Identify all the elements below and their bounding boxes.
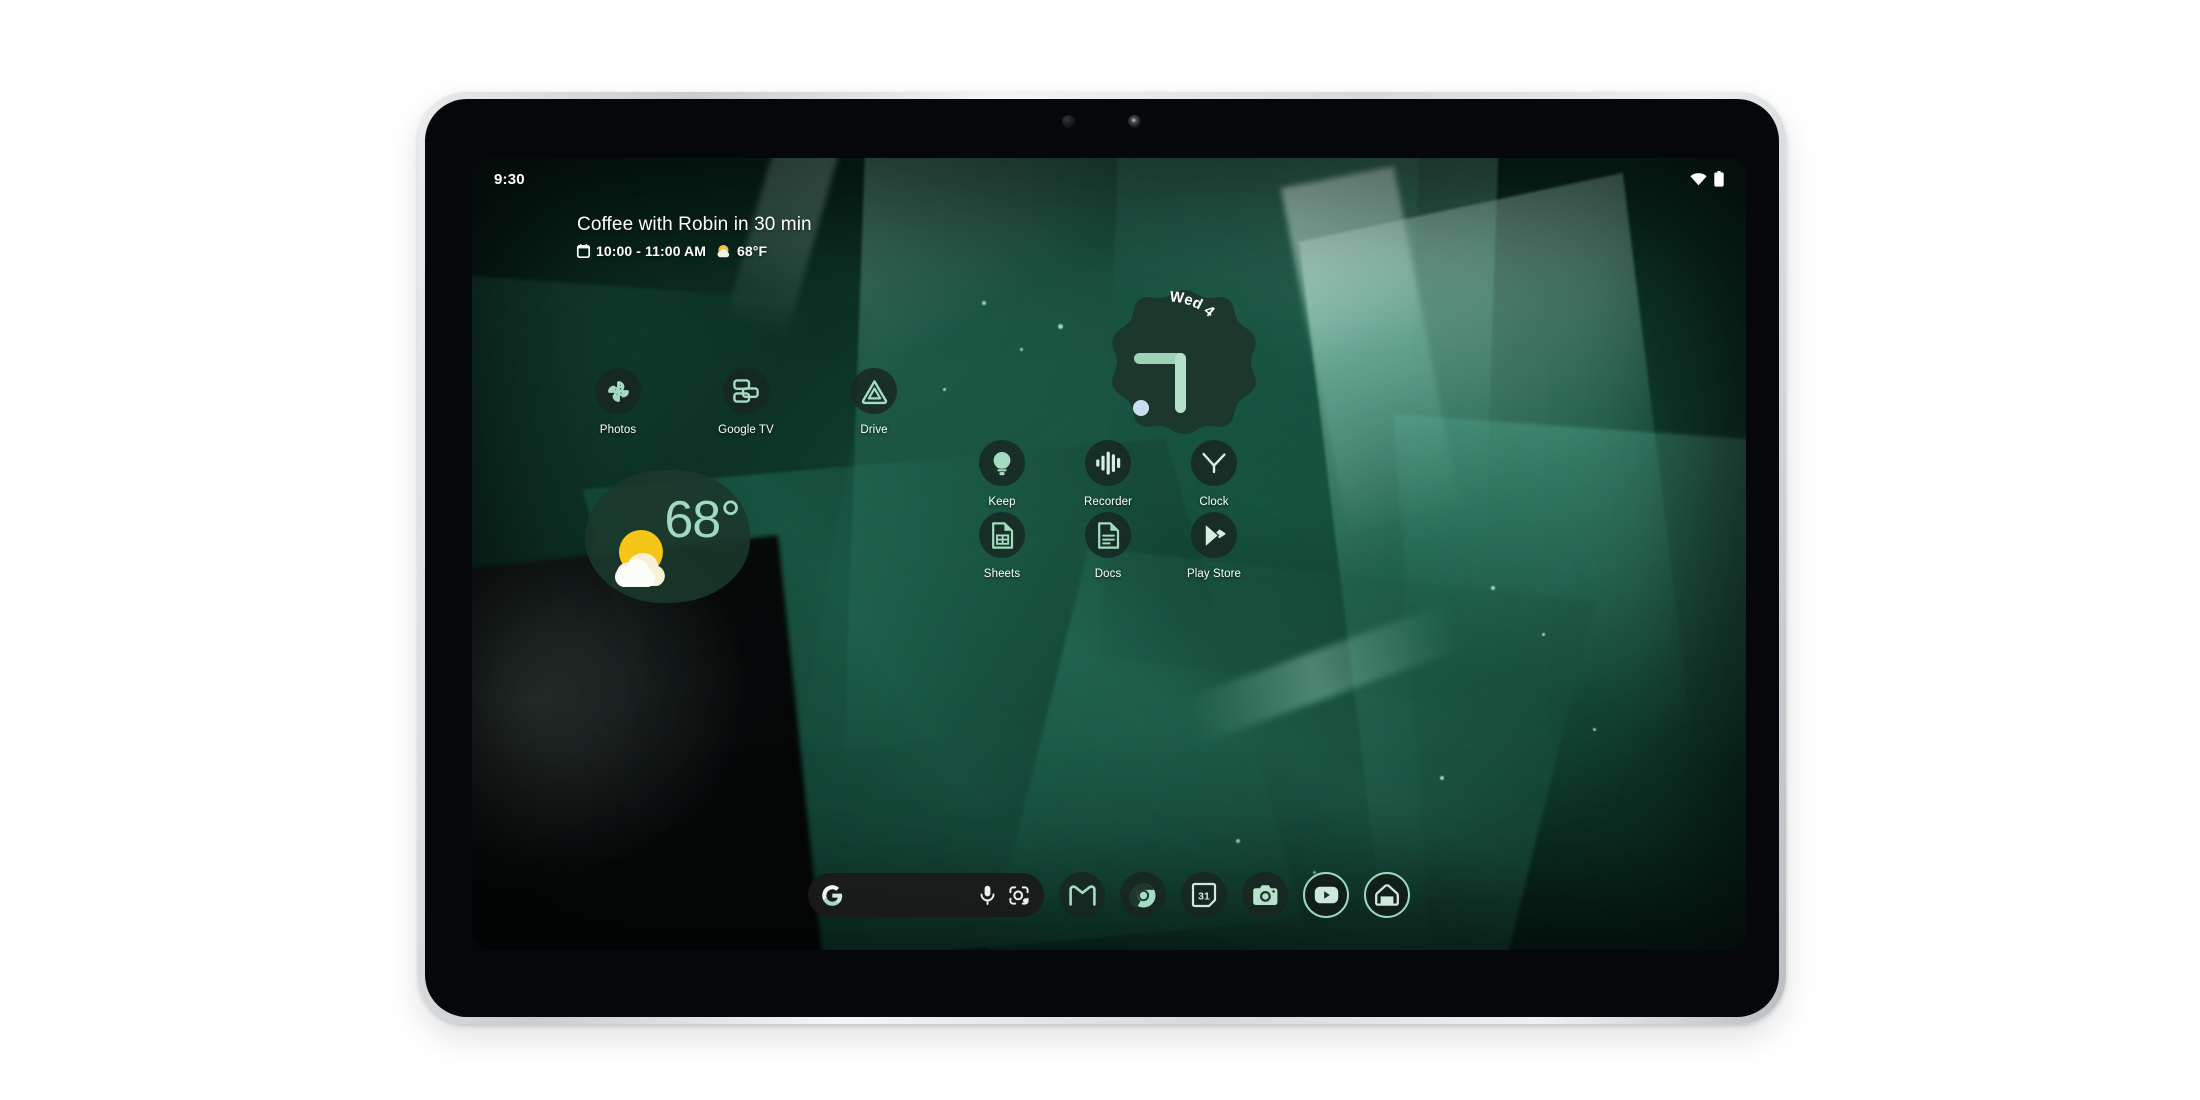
tablet-screen: 9:30 Coffee with Robin in 30 min 10:00 -… [472, 158, 1746, 950]
battery-icon [1714, 171, 1724, 187]
weather-widget[interactable]: 68° [585, 470, 750, 603]
tablet-bezel: 9:30 Coffee with Robin in 30 min 10:00 -… [425, 99, 1779, 1017]
clock-icon [1191, 440, 1237, 486]
google-tv-icon [723, 368, 769, 414]
ambient-sensor-icon [1128, 115, 1141, 128]
dock-app-gmail[interactable] [1059, 872, 1105, 918]
status-bar-time: 9:30 [494, 170, 525, 188]
at-a-glance-details: 10:00 - 11:00 AM 68°F [576, 243, 812, 259]
sun-behind-cloud-icon [716, 244, 731, 258]
app-icon-recorder[interactable]: Recorder [1062, 440, 1154, 508]
microphone-icon[interactable] [976, 884, 998, 906]
app-label: Sheets [983, 568, 1021, 580]
calendar-31-icon: 31 [1191, 882, 1217, 908]
app-label: Google TV [718, 424, 774, 436]
app-icon-photos[interactable]: Photos [572, 368, 664, 436]
wifi-icon [1690, 172, 1707, 186]
status-bar: 9:30 [472, 158, 1746, 200]
weather-temperature: 68° [664, 491, 741, 549]
google-drive-icon [851, 368, 897, 414]
at-a-glance-temperature: 68°F [737, 243, 768, 259]
chrome-icon [1128, 882, 1157, 909]
camera-icon [1252, 884, 1279, 906]
youtube-icon [1314, 886, 1339, 904]
google-keep-icon [979, 440, 1025, 486]
gmail-icon [1068, 884, 1096, 906]
calendar-icon [576, 244, 591, 259]
app-icon-docs[interactable]: Docs [1062, 512, 1154, 580]
tablet-device-frame: 9:30 Coffee with Robin in 30 min 10:00 -… [418, 92, 1786, 1024]
dock-app-chrome[interactable] [1120, 872, 1166, 918]
app-icon-google-tv[interactable]: Google TV [700, 368, 792, 436]
app-label: Docs [1094, 568, 1122, 580]
screenshot-stage: 9:30 Coffee with Robin in 30 min 10:00 -… [0, 0, 2200, 1100]
dock-app-google-home[interactable] [1364, 872, 1410, 918]
recorder-icon [1085, 440, 1131, 486]
app-label: Photos [599, 424, 637, 436]
front-camera-icon [1062, 115, 1075, 128]
app-icon-keep[interactable]: Keep [956, 440, 1048, 508]
app-label: Recorder [1083, 496, 1133, 508]
google-sheets-icon [979, 512, 1025, 558]
google-play-icon [1191, 512, 1237, 558]
clock-widget-face [1112, 290, 1256, 434]
app-icon-drive[interactable]: Drive [828, 368, 920, 436]
google-docs-icon [1085, 512, 1131, 558]
at-a-glance-title: Coffee with Robin in 30 min [577, 214, 812, 235]
app-label: Play Store [1186, 568, 1242, 580]
google-home-icon [1375, 884, 1399, 906]
app-label: Drive [860, 424, 888, 436]
dock-app-youtube[interactable] [1303, 872, 1349, 918]
app-icon-sheets[interactable]: Sheets [956, 512, 1048, 580]
calendar-day-number: 31 [1198, 891, 1210, 903]
google-lens-icon[interactable] [1008, 884, 1030, 906]
sun-behind-cloud-icon [614, 530, 665, 587]
at-a-glance-time-range: 10:00 - 11:00 AM [596, 243, 707, 259]
google-photos-icon [595, 368, 641, 414]
app-icon-play-store[interactable]: Play Store [1168, 512, 1260, 580]
dock-app-camera[interactable] [1242, 872, 1288, 918]
dock: 31 [472, 866, 1746, 924]
app-label: Clock [1199, 496, 1229, 508]
analog-clock-widget[interactable]: Wed 4 [1110, 288, 1258, 436]
app-icon-clock[interactable]: Clock [1168, 440, 1260, 508]
google-g-icon [822, 884, 843, 906]
at-a-glance-widget[interactable]: Coffee with Robin in 30 min 10:00 - 11:0… [576, 214, 812, 259]
status-bar-icons [1690, 171, 1724, 187]
app-label: Keep [988, 496, 1016, 508]
google-search-bar[interactable] [808, 873, 1044, 917]
dock-app-calendar[interactable]: 31 [1181, 872, 1227, 918]
